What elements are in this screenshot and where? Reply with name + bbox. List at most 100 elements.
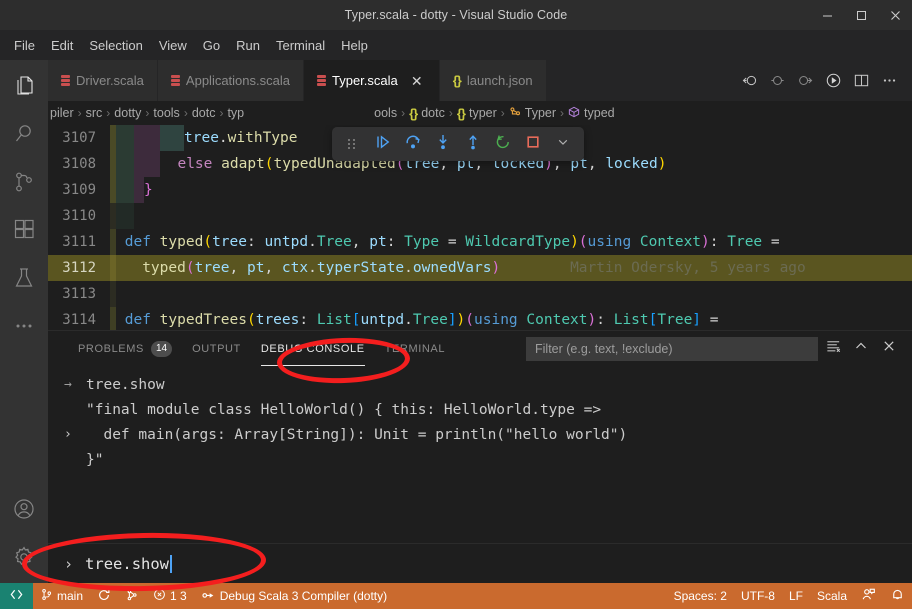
step-over-button[interactable] xyxy=(398,129,428,159)
debug-repl-input[interactable]: › tree.show xyxy=(48,543,912,583)
activity-item-testing[interactable] xyxy=(0,256,48,304)
breadcrumb-item[interactable]: typ xyxy=(227,106,244,120)
clear-console-button[interactable] xyxy=(820,336,846,362)
breadcrumb-item[interactable]: piler xyxy=(50,106,74,120)
workbench-body: Driver.scala Applications.scala Typer.sc… xyxy=(0,60,912,583)
breadcrumb-item[interactable]: src xyxy=(86,106,103,120)
line-number: 3110 xyxy=(48,208,110,224)
console-line: }" xyxy=(48,447,912,472)
activity-item-settings[interactable] xyxy=(0,535,48,583)
status-sync[interactable] xyxy=(90,583,118,609)
tab-applications-scala[interactable]: Applications.scala xyxy=(158,60,304,101)
code-editor[interactable]: 3107 tree.withType 3108 else adapt(typed… xyxy=(48,125,912,330)
activity-item-explorer[interactable] xyxy=(0,64,48,112)
gutter-decoration xyxy=(116,151,134,177)
restart-button[interactable] xyxy=(488,129,518,159)
status-indentation[interactable]: Spaces: 2 xyxy=(667,583,734,609)
close-button[interactable] xyxy=(878,0,912,30)
debug-toolbar[interactable] xyxy=(332,127,584,161)
menu-terminal[interactable]: Terminal xyxy=(268,35,333,56)
debug-step-forward-icon[interactable] xyxy=(792,67,818,95)
breadcrumb-item-dotc[interactable]: {} dotc xyxy=(409,106,445,121)
status-branch[interactable]: main xyxy=(33,583,90,609)
activity-item-source-control[interactable] xyxy=(0,160,48,208)
status-launch-config[interactable]: Debug Scala 3 Compiler (dotty) xyxy=(194,583,394,609)
menu-bar: File Edit Selection View Go Run Terminal… xyxy=(0,30,912,60)
menu-selection[interactable]: Selection xyxy=(81,35,150,56)
tab-typer-scala[interactable]: Typer.scala ✕ xyxy=(304,60,440,101)
menu-go[interactable]: Go xyxy=(195,35,228,56)
class-icon xyxy=(509,106,521,121)
gutter-decoration xyxy=(116,125,134,151)
debug-toolbar-drag-handle[interactable] xyxy=(338,129,368,159)
debug-breakpoint-icon[interactable] xyxy=(764,67,790,95)
menu-view[interactable]: View xyxy=(151,35,195,56)
line-number: 3109 xyxy=(48,182,110,198)
chevron-up-icon xyxy=(853,338,869,359)
breadcrumb-separator: › xyxy=(180,106,192,120)
expand-chevron-icon[interactable]: › xyxy=(64,427,86,442)
status-live-share[interactable] xyxy=(854,583,883,609)
status-notifications[interactable] xyxy=(883,583,912,609)
tab-launch-json[interactable]: {} launch.json xyxy=(440,60,547,101)
maximize-panel-button[interactable] xyxy=(848,336,874,362)
line-number: 3112 xyxy=(48,260,110,276)
breadcrumb-item-typed-method[interactable]: typed xyxy=(568,106,615,121)
account-icon xyxy=(12,497,36,526)
gear-icon xyxy=(12,545,36,574)
panel-tab-output[interactable]: Output xyxy=(182,331,251,366)
continue-button[interactable] xyxy=(368,129,398,159)
status-debug-session[interactable] xyxy=(118,583,146,609)
breadcrumb-item-typer-pkg[interactable]: {} typer xyxy=(457,106,497,121)
step-out-button[interactable] xyxy=(458,129,488,159)
stop-button[interactable] xyxy=(518,129,548,159)
breadcrumb-item-typer-class[interactable]: Typer xyxy=(509,106,556,121)
debug-reverse-continue-icon[interactable] xyxy=(736,67,762,95)
panel-tab-terminal[interactable]: Terminal xyxy=(375,331,455,366)
close-icon[interactable]: ✕ xyxy=(408,72,426,90)
menu-run[interactable]: Run xyxy=(228,35,268,56)
gutter-decoration xyxy=(116,203,134,229)
breadcrumb-label: typed xyxy=(584,106,615,120)
grip-icon xyxy=(345,139,359,149)
activity-item-accounts[interactable] xyxy=(0,487,48,535)
ellipsis-icon[interactable] xyxy=(876,67,902,95)
close-panel-button[interactable] xyxy=(876,336,902,362)
panel-tab-debug-console[interactable]: Debug Console xyxy=(251,331,375,366)
status-problems[interactable]: 1 3 xyxy=(146,583,194,609)
status-language-mode[interactable]: Scala xyxy=(810,583,854,609)
status-eol[interactable]: LF xyxy=(782,583,810,609)
activity-item-extensions[interactable] xyxy=(0,208,48,256)
repl-input-value: tree.show xyxy=(85,555,169,573)
status-encoding[interactable]: UTF-8 xyxy=(734,583,782,609)
menu-file[interactable]: File xyxy=(6,35,43,56)
chevron-down-icon xyxy=(556,135,570,153)
branch-label: main xyxy=(57,589,83,603)
gutter-decoration xyxy=(134,151,160,177)
breadcrumb-item[interactable]: tools xyxy=(153,106,179,120)
step-into-button[interactable] xyxy=(428,129,458,159)
panel-tab-problems[interactable]: Problems 14 xyxy=(68,331,182,366)
run-icon[interactable] xyxy=(820,67,846,95)
split-editor-icon[interactable] xyxy=(848,67,874,95)
tab-driver-scala[interactable]: Driver.scala xyxy=(48,60,158,101)
breadcrumb-item[interactable]: ools xyxy=(374,106,397,120)
remote-indicator[interactable] xyxy=(0,583,33,609)
code-text: def typed(tree: untpd.Tree, pt: Type = W… xyxy=(116,234,780,250)
breadcrumb-item[interactable]: dotc xyxy=(192,106,216,120)
menu-edit[interactable]: Edit xyxy=(43,35,81,56)
activity-item-search[interactable] xyxy=(0,112,48,160)
activity-item-more[interactable] xyxy=(0,304,48,352)
menu-help[interactable]: Help xyxy=(333,35,376,56)
breadcrumb-separator: › xyxy=(397,106,409,120)
braces-icon: {} xyxy=(409,106,417,121)
step-into-icon xyxy=(434,133,452,155)
breadcrumb-item[interactable]: dotty xyxy=(114,106,141,120)
debug-console-filter[interactable]: Filter (e.g. text, !exclude) xyxy=(526,337,818,361)
minimize-button[interactable] xyxy=(810,0,844,30)
breadcrumb-separator: › xyxy=(74,106,86,120)
code-line-current: 3112 typed(tree, pt, ctx.typerState.owne… xyxy=(48,255,912,281)
maximize-button[interactable] xyxy=(844,0,878,30)
debug-more-button[interactable] xyxy=(548,129,578,159)
debug-console-output[interactable]: → tree.show "final module class HelloWor… xyxy=(48,366,912,543)
